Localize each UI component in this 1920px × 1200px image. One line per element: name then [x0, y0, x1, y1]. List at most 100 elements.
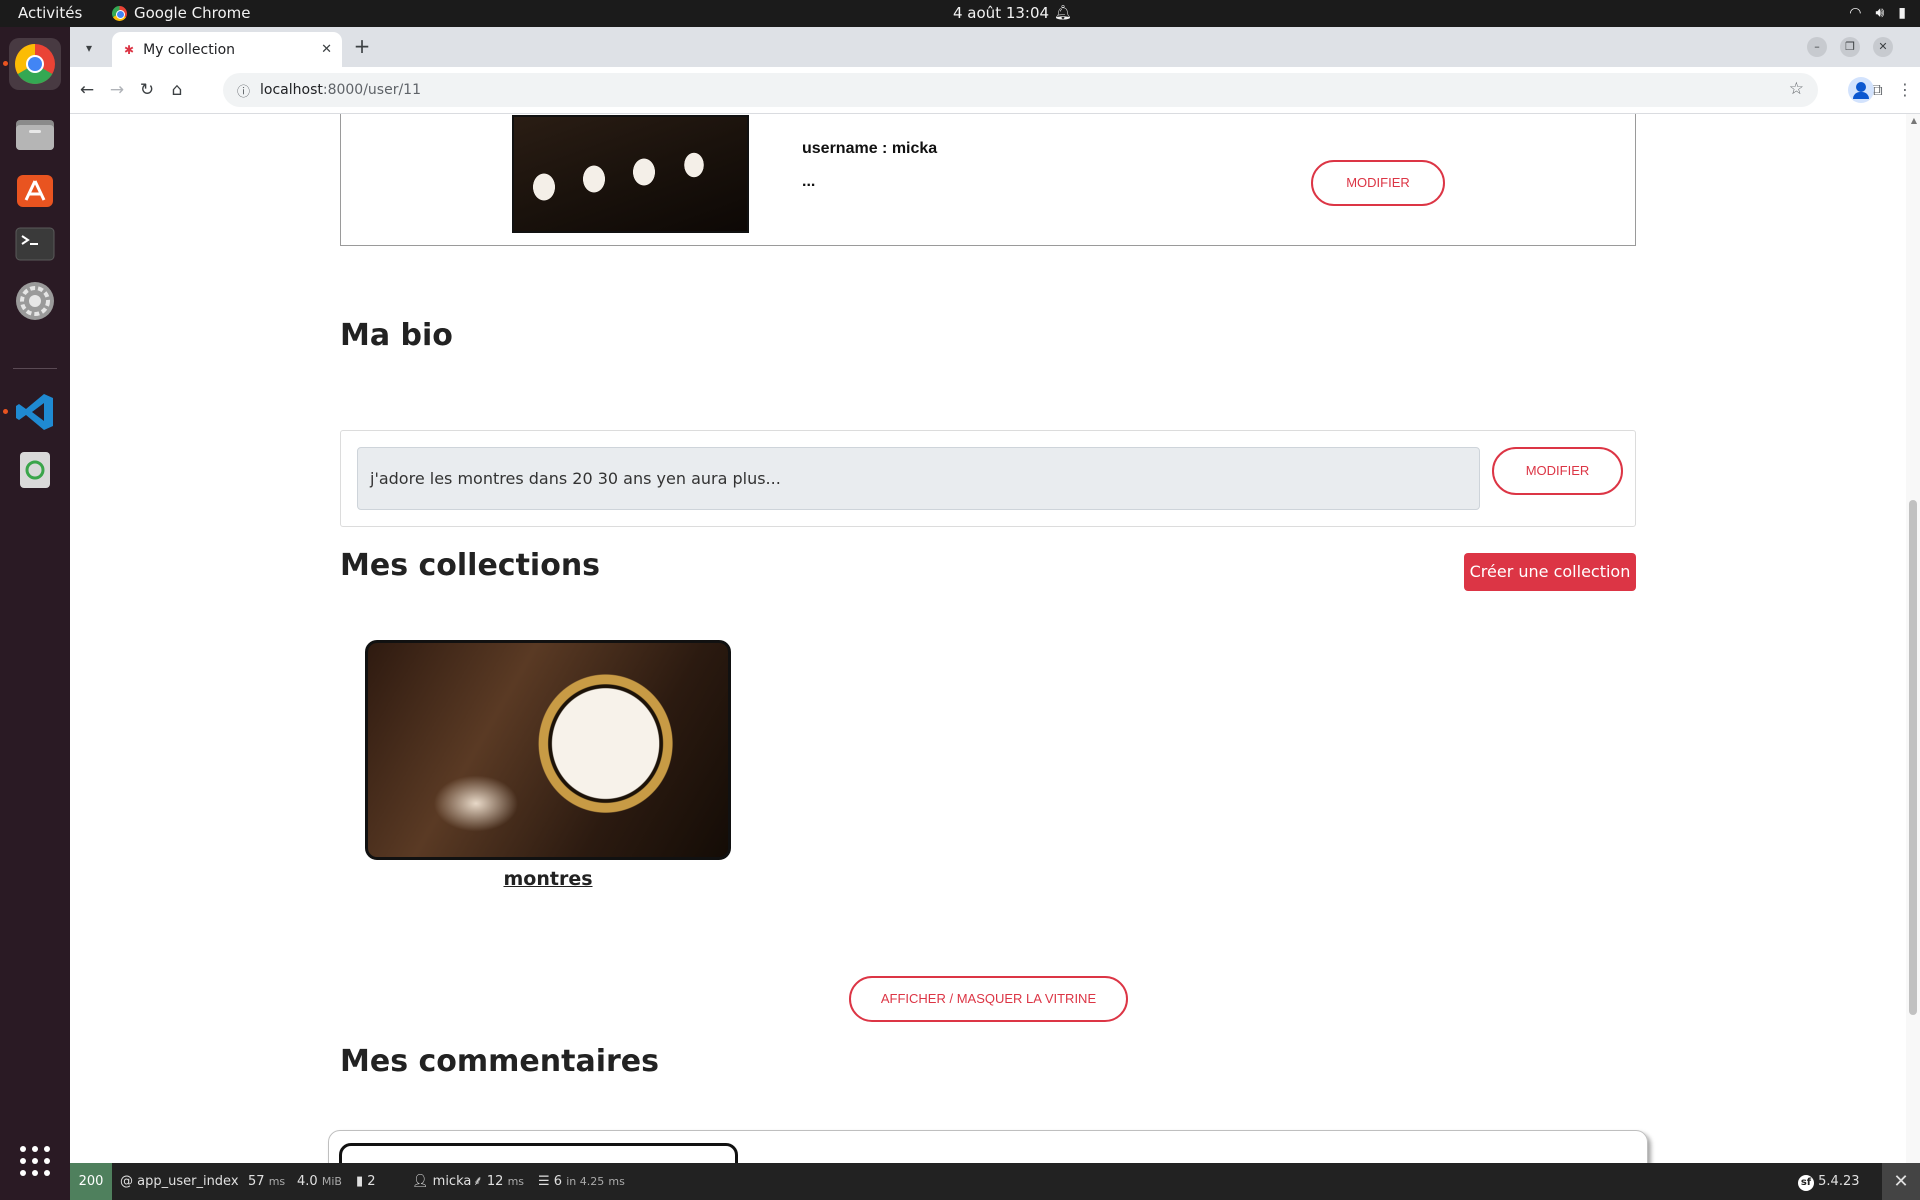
- address-bar[interactable]: ⓘ localhost:8000/user/11 ☆: [223, 73, 1818, 107]
- app-grid-icon: [20, 1146, 50, 1176]
- db-query-unit: ms: [608, 1175, 625, 1188]
- dock-separator: [13, 368, 57, 369]
- files-icon: [16, 120, 54, 150]
- favicon-icon: ✱: [124, 42, 135, 57]
- bio-input[interactable]: j'adore les montres dans 20 30 ans yen a…: [357, 447, 1480, 510]
- scrollbar-thumb[interactable]: [1909, 500, 1917, 1015]
- route-name[interactable]: @ app_user_index: [120, 1163, 239, 1200]
- database-queries[interactable]: ☰ 6 in 4.25 ms: [538, 1163, 625, 1200]
- vertical-scrollbar[interactable]: ▲: [1906, 114, 1920, 1163]
- vscode-icon: [16, 394, 53, 430]
- tab-search-chevron-icon[interactable]: ▾: [78, 37, 100, 59]
- dock-files[interactable]: [9, 108, 61, 160]
- settings-icon: [16, 282, 54, 320]
- dock-running-indicator: [3, 409, 8, 414]
- dock-app-center[interactable]: [9, 163, 61, 215]
- activities-button[interactable]: Activités: [18, 0, 82, 27]
- volume-icon: 🔊︎: [1875, 5, 1885, 21]
- security-user[interactable]: 👤︎ micka: [412, 1163, 471, 1200]
- twig-icon: ⸙: [473, 1174, 483, 1189]
- dock-vscode[interactable]: [9, 386, 61, 438]
- profile-modify-button[interactable]: MODIFIER: [1311, 160, 1445, 206]
- user-icon: 👤︎: [412, 1174, 429, 1189]
- browser-toolbar: ← → ↻ ⌂ ⓘ localhost:8000/user/11 ☆ ⧉: [70, 67, 1920, 114]
- reload-icon[interactable]: ↻: [132, 75, 162, 105]
- dock-show-apps[interactable]: [9, 1135, 61, 1187]
- bookmark-star-icon[interactable]: ☆: [1789, 79, 1804, 99]
- bio-modify-button[interactable]: MODIFIER: [1492, 447, 1623, 495]
- forward-arrow-icon[interactable]: →: [102, 75, 132, 105]
- request-time-unit: ms: [268, 1175, 286, 1188]
- dock-terminal[interactable]: [9, 218, 61, 270]
- app-menu[interactable]: Google Chrome: [112, 0, 251, 27]
- symfony-logo-icon: sf: [1798, 1175, 1814, 1191]
- close-window-button[interactable]: ✕: [1873, 37, 1893, 57]
- tab-title: My collection: [143, 41, 236, 58]
- memory-unit: MiB: [321, 1175, 342, 1188]
- database-icon: ☰: [538, 1174, 550, 1189]
- twig-time-value: 12: [486, 1174, 504, 1189]
- browser-window: ▾ ✱ My collection ✕ + – ❐ ✕ ← → ↻ ⌂ ⓘ lo…: [70, 27, 1920, 1200]
- profile-avatar-icon[interactable]: [1848, 77, 1874, 103]
- dock-settings[interactable]: [9, 275, 61, 327]
- logs-count: 2: [367, 1174, 376, 1189]
- clock[interactable]: 4 août 13:04: [953, 0, 1049, 27]
- security-username: micka: [432, 1174, 472, 1189]
- symfony-version[interactable]: sf 5.4.23: [1798, 1163, 1860, 1200]
- twig-time-unit: ms: [507, 1175, 525, 1188]
- collection-card-link[interactable]: montres: [365, 868, 731, 890]
- profile-image: [512, 115, 749, 233]
- url-path: :8000/user/11: [322, 82, 421, 98]
- comment-card: [339, 1143, 738, 1163]
- kebab-menu-icon[interactable]: ⋮: [1895, 77, 1915, 103]
- logs-indicator[interactable]: ▮ 2: [356, 1163, 376, 1200]
- restore-button[interactable]: ❐: [1840, 37, 1860, 57]
- new-tab-button[interactable]: +: [350, 35, 374, 59]
- battery-icon: ▮: [1898, 5, 1906, 21]
- minimize-button[interactable]: –: [1807, 37, 1827, 57]
- comments-container: [328, 1130, 1648, 1163]
- close-toolbar-icon[interactable]: ✕: [1882, 1163, 1920, 1200]
- twig-time[interactable]: ⸙ 12 ms: [473, 1163, 524, 1200]
- db-query-time: in 4.25: [566, 1175, 605, 1188]
- close-tab-icon[interactable]: ✕: [321, 42, 332, 57]
- profile-description: ...: [802, 173, 816, 190]
- app-name: Google Chrome: [134, 4, 251, 22]
- symfony-profiler-toolbar: 200 @ app_user_index 57 ms 4.0 MiB ▮ 2 👤…: [70, 1163, 1920, 1200]
- memory-value: 4.0: [297, 1174, 318, 1189]
- dock-chrome[interactable]: [9, 38, 61, 90]
- notification-bell-icon[interactable]: 🔔︎: [1054, 0, 1072, 27]
- system-status-area[interactable]: ◠ 🔊︎ ▮: [1849, 0, 1906, 27]
- bio-heading: Ma bio: [340, 318, 453, 353]
- db-query-count: 6: [553, 1174, 563, 1189]
- chrome-icon: [15, 44, 55, 84]
- url-host: localhost: [260, 82, 323, 98]
- chrome-icon: [112, 6, 127, 21]
- tab-strip: ▾ ✱ My collection ✕ + – ❐ ✕: [70, 27, 1920, 67]
- toggle-vitrine-button[interactable]: AFFICHER / MASQUER LA VITRINE: [849, 976, 1128, 1022]
- trash-icon: [20, 452, 50, 488]
- browser-tab[interactable]: ✱ My collection ✕: [112, 32, 342, 67]
- system-top-bar: Activités Google Chrome 4 août 13:04 🔔︎ …: [0, 0, 1920, 27]
- site-info-icon[interactable]: ⓘ: [237, 81, 250, 100]
- symfony-version-value: 5.4.23: [1818, 1174, 1860, 1189]
- collection-card-image[interactable]: [365, 640, 731, 860]
- create-collection-button[interactable]: Créer une collection: [1464, 553, 1636, 591]
- bio-form: j'adore les montres dans 20 30 ans yen a…: [340, 430, 1636, 527]
- scroll-up-arrow-icon[interactable]: ▲: [1911, 116, 1917, 125]
- app-center-icon: [17, 175, 53, 207]
- status-code-badge[interactable]: 200: [70, 1163, 112, 1200]
- dock: [0, 27, 70, 1200]
- home-icon[interactable]: ⌂: [162, 75, 192, 105]
- request-time[interactable]: 57 ms: [248, 1163, 285, 1200]
- memory-usage[interactable]: 4.0 MiB: [297, 1163, 342, 1200]
- terminal-icon: [15, 227, 55, 261]
- collections-heading: Mes collections: [340, 548, 601, 583]
- profile-username: username : micka: [802, 140, 938, 157]
- page-viewport: username : micka ... MODIFIER Ma bio j'a…: [70, 114, 1920, 1163]
- dock-running-indicator: [3, 61, 8, 66]
- dock-trash[interactable]: [9, 443, 61, 495]
- profile-card: username : micka ... MODIFIER: [340, 114, 1636, 246]
- back-arrow-icon[interactable]: ←: [72, 75, 102, 105]
- comments-heading: Mes commentaires: [340, 1044, 659, 1079]
